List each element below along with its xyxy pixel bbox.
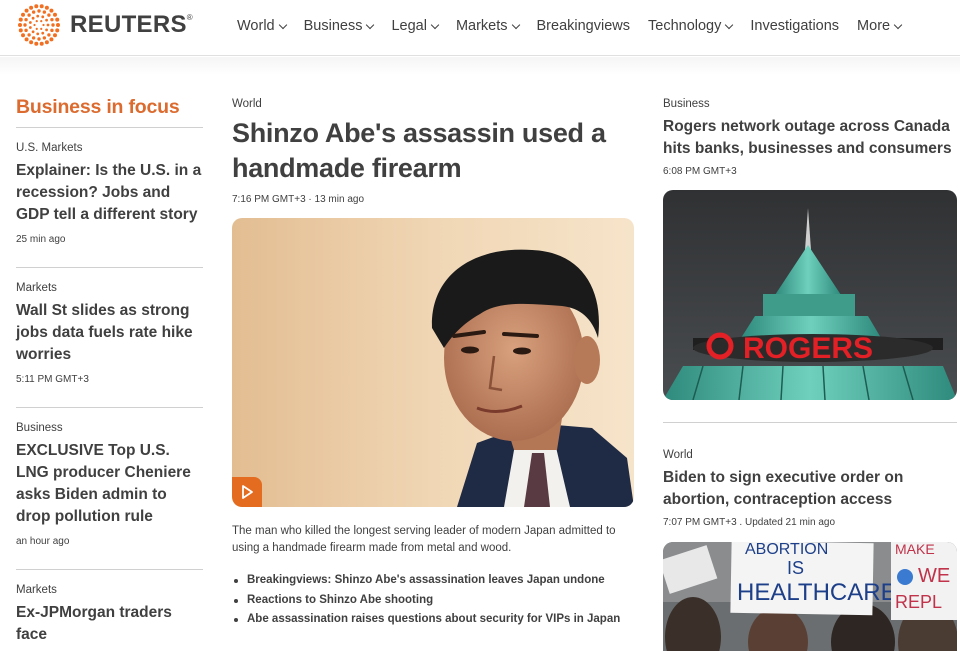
focus-story: Markets Ex-JPMorgan traders face (16, 570, 203, 651)
lead-image[interactable] (232, 218, 634, 507)
rogers-sign-text: ROGERS (743, 332, 873, 365)
nav-item-investigations[interactable]: Investigations (750, 18, 839, 34)
story-kicker[interactable]: Business (16, 422, 203, 434)
story-headline[interactable]: Wall St slides as strong jobs data fuels… (16, 300, 203, 366)
lead-headline[interactable]: Shinzo Abe's assassin used a handmade fi… (232, 116, 634, 186)
chevron-down-icon (511, 20, 520, 29)
brand-wordmark: REUTERS® (70, 11, 193, 38)
reuters-logo[interactable]: REUTERS® (16, 4, 193, 46)
main-nav: World Business Legal Markets Breakingvie… (237, 0, 919, 52)
right-story-2: World Biden to sign executive order on a… (663, 449, 958, 651)
section-title: Business in focus (16, 96, 203, 128)
sign-text-healthcare: HEALTHCARE (737, 579, 897, 606)
sign-text-repl: REPL (895, 592, 942, 612)
play-video-button[interactable] (232, 477, 262, 507)
site-header: REUTERS® World Business Legal Markets Br… (0, 0, 960, 56)
chevron-down-icon (430, 20, 440, 29)
story-headline[interactable]: Ex-JPMorgan traders face (16, 602, 203, 646)
story-time: an hour ago (16, 536, 70, 547)
related-link[interactable]: Breakingviews: Shinzo Abe's assassinatio… (232, 571, 634, 591)
focus-story: Markets Wall St slides as strong jobs da… (16, 268, 203, 408)
portrait-photo (232, 218, 634, 507)
related-link[interactable]: Abe assassination raises questions about… (232, 610, 634, 630)
story-headline[interactable]: Explainer: Is the U.S. in a recession? J… (16, 160, 203, 226)
nav-item-more[interactable]: More (857, 18, 903, 34)
lead-kicker[interactable]: World (232, 98, 634, 110)
sign-text-is: IS (787, 558, 804, 578)
right-story-1: Business Rogers network outage across Ca… (663, 98, 958, 423)
sign-text-abortion: ABORTION (745, 542, 828, 558)
story-time: 6:08 PM GMT+3 (663, 166, 737, 177)
reuters-dot-logo-icon (18, 4, 60, 46)
nav-item-world[interactable]: World (237, 18, 287, 34)
divider (663, 422, 957, 423)
rogers-building-image[interactable]: ROGERS (663, 190, 957, 400)
story-headline[interactable]: Biden to sign executive order on abortio… (663, 467, 958, 511)
nav-item-legal[interactable]: Legal (391, 18, 440, 34)
nav-item-markets[interactable]: Markets (456, 18, 520, 34)
story-kicker[interactable]: World (663, 449, 958, 461)
play-icon (242, 485, 253, 499)
rogers-photo: ROGERS (663, 190, 957, 400)
focus-story: Business EXCLUSIVE Top U.S. LNG producer… (16, 408, 203, 570)
sign-text-we: WE (918, 565, 950, 587)
related-links: Breakingviews: Shinzo Abe's assassinatio… (232, 571, 634, 630)
protest-photo: ABORTION IS HEALTHCARE MAKE WE REPL (663, 542, 957, 651)
focus-story: U.S. Markets Explainer: Is the U.S. in a… (16, 128, 203, 268)
business-in-focus: Business in focus U.S. Markets Explainer… (16, 96, 203, 651)
story-kicker[interactable]: U.S. Markets (16, 142, 203, 154)
lead-time: 7:16 PM GMT+3 · 13 min ago (232, 194, 365, 205)
nav-item-business[interactable]: Business (304, 18, 375, 34)
related-link[interactable]: Reactions to Shinzo Abe shooting (232, 591, 634, 611)
chevron-down-icon (366, 20, 375, 29)
sign-text-make: MAKE (895, 542, 935, 557)
story-kicker[interactable]: Markets (16, 282, 203, 294)
lead-summary: The man who killed the longest serving l… (232, 525, 616, 554)
story-headline[interactable]: Rogers network outage across Canada hits… (663, 116, 958, 160)
story-kicker[interactable]: Markets (16, 584, 203, 596)
nav-item-technology[interactable]: Technology (648, 18, 734, 34)
protest-image[interactable]: ABORTION IS HEALTHCARE MAKE WE REPL (663, 542, 957, 651)
story-time: 25 min ago (16, 234, 66, 245)
header-shadow-band (0, 57, 960, 75)
story-headline[interactable]: EXCLUSIVE Top U.S. LNG producer Cheniere… (16, 440, 203, 528)
story-time: 7:07 PM GMT+3 . Updated 21 min ago (663, 517, 836, 528)
story-kicker[interactable]: Business (663, 98, 958, 110)
chevron-down-icon (725, 20, 734, 29)
chevron-down-icon (893, 20, 903, 29)
nav-item-breakingviews[interactable]: Breakingviews (537, 18, 631, 34)
chevron-down-icon (278, 20, 287, 29)
story-time: 5:11 PM GMT+3 (16, 374, 89, 385)
lead-story: World Shinzo Abe's assassin used a handm… (232, 98, 634, 630)
